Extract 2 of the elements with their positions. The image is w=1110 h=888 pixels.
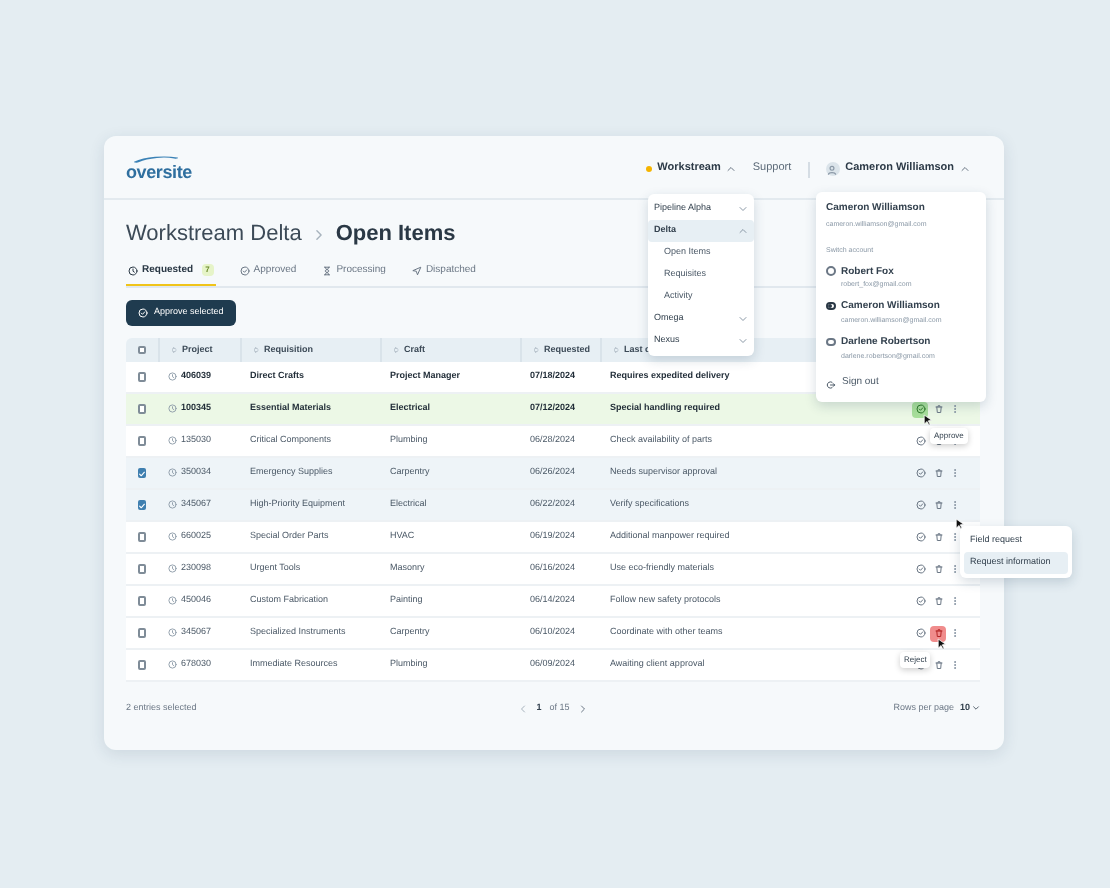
page-title: Open Items (335, 220, 456, 250)
logo-text: oversite (126, 163, 192, 181)
